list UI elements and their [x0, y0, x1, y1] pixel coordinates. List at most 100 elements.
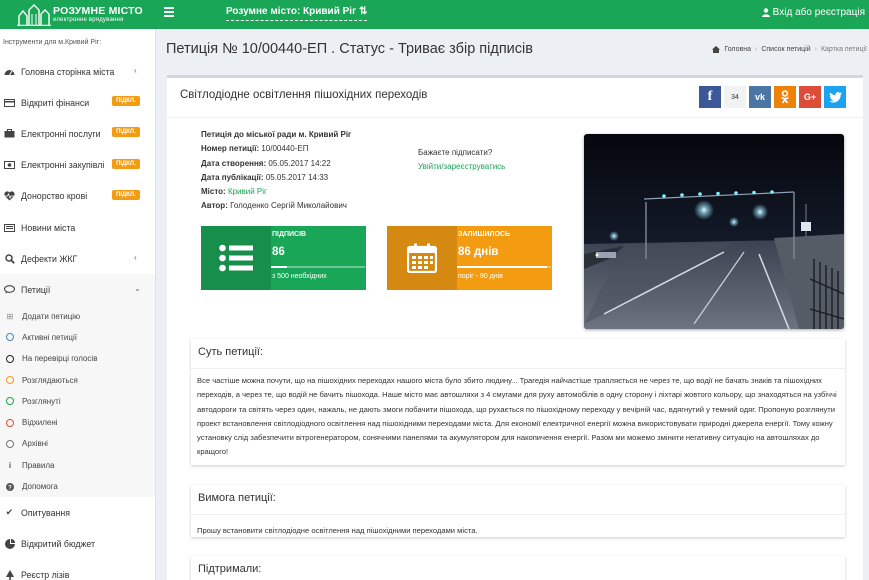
sidebar-item-label: Головна сторінка міста	[21, 66, 115, 77]
city-link[interactable]: Кривий Ріг	[228, 187, 267, 196]
sidebar-item-e-services[interactable]: Електронні послуги ПІДКЛ.	[0, 118, 155, 149]
list-icon	[201, 226, 271, 290]
sidebar-subitem-active[interactable]: Активні петиції	[0, 326, 155, 349]
circle-icon	[6, 397, 14, 406]
sidebar-item-label: Дефекти ЖКГ	[21, 253, 78, 264]
sidebar-item-petitions[interactable]: Петиції ⌄	[0, 274, 155, 306]
calendar-icon	[387, 226, 457, 290]
status-badge: ПІДКЛ.	[112, 127, 140, 138]
sidebar-subitem-archive[interactable]: Архівні	[0, 433, 155, 455]
author-label: Автор	[201, 201, 226, 211]
supporters-title: Підтримали:	[191, 556, 845, 580]
share-count: 34	[724, 86, 746, 108]
breadcrumb-separator: ›	[754, 46, 758, 53]
sidebar-subitem-rejected[interactable]: Відхилені	[0, 411, 155, 434]
days-progress-fill	[457, 266, 547, 268]
created-date: 05.05.2017 14:22	[268, 158, 331, 168]
logo-title: РОЗУМНЕ МІСТО	[53, 4, 143, 17]
sidebar-item-label: Електронні послуги	[21, 128, 101, 139]
sidebar-subitem-help[interactable]: ? Допомога	[0, 475, 155, 498]
question-circle-icon: ?	[6, 482, 14, 491]
demand-text: Прошу встановити світлодіодне освітлення…	[197, 526, 478, 535]
sidebar-subitem-vote-check[interactable]: На перевірці голосів	[0, 348, 155, 370]
sidebar-item-label: Опитування	[21, 507, 70, 518]
pie-chart-icon	[4, 538, 15, 549]
divider	[167, 117, 863, 118]
credit-card-icon	[4, 97, 15, 108]
sidebar-subitem-add-petition[interactable]: ⊞ Додати петицію	[0, 305, 155, 327]
signatures-progress-bar	[271, 266, 365, 268]
page-title: Петиція № 10/00440-ЕП . Статус - Триває …	[166, 41, 533, 57]
exchange-icon: ⇅	[359, 6, 368, 17]
chevron-left-icon: ‹	[134, 66, 137, 75]
signatures-stat: ПІДПИСІВ 86 з 500 необхідних	[201, 226, 366, 290]
sidebar-subitem-rules[interactable]: i Правила	[0, 454, 155, 476]
sidebar-item-label: Новини міста	[21, 222, 76, 233]
info-icon: i	[8, 460, 12, 470]
sidebar-item-label: Донорство крові	[21, 191, 88, 202]
circle-icon	[6, 439, 14, 448]
heartbeat-icon	[4, 191, 15, 202]
sidebar-item-label: Відкриті фінанси	[21, 97, 90, 108]
sidebar-subitem-label: Розглянуті	[22, 396, 61, 406]
sidebar-item-city-news[interactable]: Новини міста	[0, 212, 155, 243]
circle-icon	[6, 333, 14, 342]
petition-number-label: Номер петиції	[201, 144, 257, 154]
days-left-stat: ЗАЛИШИЛОСЬ 86 днів поріг - 90 днів	[387, 226, 552, 290]
check-icon: ✔	[5, 507, 14, 518]
money-icon	[4, 160, 15, 171]
sidebar-item-blood-donation[interactable]: Донорство крові ПІДКЛ.	[0, 181, 155, 212]
menu-toggle-icon[interactable]	[164, 7, 174, 19]
days-left-count: 86 днів	[458, 246, 499, 258]
sidebar-item-e-procurement[interactable]: Електронні закупівлі ПІДКЛ.	[0, 150, 155, 181]
sidebar-item-open-budget[interactable]: Відкритий бюджет	[0, 528, 155, 559]
sidebar-item-housing-defects[interactable]: Дефекти ЖКГ ‹	[0, 243, 155, 274]
login-link[interactable]: Вхід або реєстрація	[761, 7, 865, 18]
sign-prompt: Бажаєте підписати? Увійти/зареєструватис…	[418, 146, 505, 174]
author-name: Голоденко Сергій Миколайович	[230, 201, 347, 211]
petition-essence-section: Суть петиції: Все частіше можна почути, …	[191, 339, 845, 465]
sidebar-subitem-label: На перевірці голосів	[22, 354, 98, 364]
plus-square-icon: ⊞	[6, 311, 14, 321]
chevron-left-icon: ‹	[134, 253, 137, 263]
sign-question: Бажаєте підписати?	[418, 148, 493, 157]
city-selector[interactable]: Розумне місто: Кривий Ріг ⇅	[226, 6, 368, 21]
google-plus-icon[interactable]: G+	[799, 86, 821, 108]
odnoklassniki-icon[interactable]	[774, 86, 796, 108]
sidebar-item-label: Електронні закупівлі	[21, 160, 105, 171]
signatures-count: 86	[272, 246, 285, 258]
status-badge: ПІДКЛ.	[112, 96, 140, 107]
logo[interactable]: РОЗУМНЕ МІСТО електронне врядування	[0, 0, 156, 29]
newspaper-icon	[4, 222, 15, 233]
petition-meta: Петиція до міської ради м. Кривий Ріг Но…	[201, 130, 352, 211]
sidebar-item-polls[interactable]: ✔ Опитування	[0, 497, 155, 528]
status-badge: ПІДКЛ.	[112, 158, 140, 169]
published-date: 05.05.2017 14:33	[265, 172, 329, 182]
supporters-section: Підтримали:	[191, 556, 845, 580]
sidebar-item-label: Петиції	[21, 284, 51, 295]
petition-number: 10/00440-ЕП	[261, 144, 309, 154]
sidebar-subitem-label: Правила	[22, 460, 55, 470]
sidebar-subitem-label: Додати петицію	[22, 311, 81, 321]
sidebar-subitem-reviewed[interactable]: Розглянуті	[0, 390, 155, 412]
sidebar: Інструменти для м.Кривий Ріг: Головна ст…	[0, 29, 156, 580]
home-icon	[712, 46, 721, 53]
night-road-image	[584, 134, 844, 329]
sidebar-item-home[interactable]: Головна сторінка міста ‹	[0, 56, 155, 87]
sidebar-item-label: Реєстр лізів	[21, 570, 70, 580]
petition-addressee: Петиція до міської ради м. Кривий Ріг	[201, 130, 352, 139]
signatures-required: з 500 необхідних	[272, 273, 327, 280]
sidebar-item-tree-registry[interactable]: Реєстр лізів	[0, 560, 155, 580]
breadcrumb-home[interactable]: Головна	[724, 46, 751, 53]
published-date-label: Дата публікації	[201, 172, 261, 182]
login-register-link[interactable]: Увійти/зареєструватись	[418, 160, 505, 174]
main-content: Петиція № 10/00440-ЕП . Статус - Триває …	[156, 29, 869, 580]
sidebar-subitem-under-review[interactable]: Розглядаються	[0, 369, 155, 391]
briefcase-icon	[4, 128, 15, 139]
sidebar-item-open-finance[interactable]: Відкриті фінанси ПІДКЛ.	[0, 87, 155, 118]
facebook-icon[interactable]: f	[699, 86, 721, 108]
breadcrumb-petition-list[interactable]: Список петицій	[761, 46, 810, 53]
vk-icon[interactable]: vk	[749, 86, 771, 108]
twitter-icon[interactable]	[824, 86, 846, 108]
days-progress-bar	[457, 266, 551, 268]
